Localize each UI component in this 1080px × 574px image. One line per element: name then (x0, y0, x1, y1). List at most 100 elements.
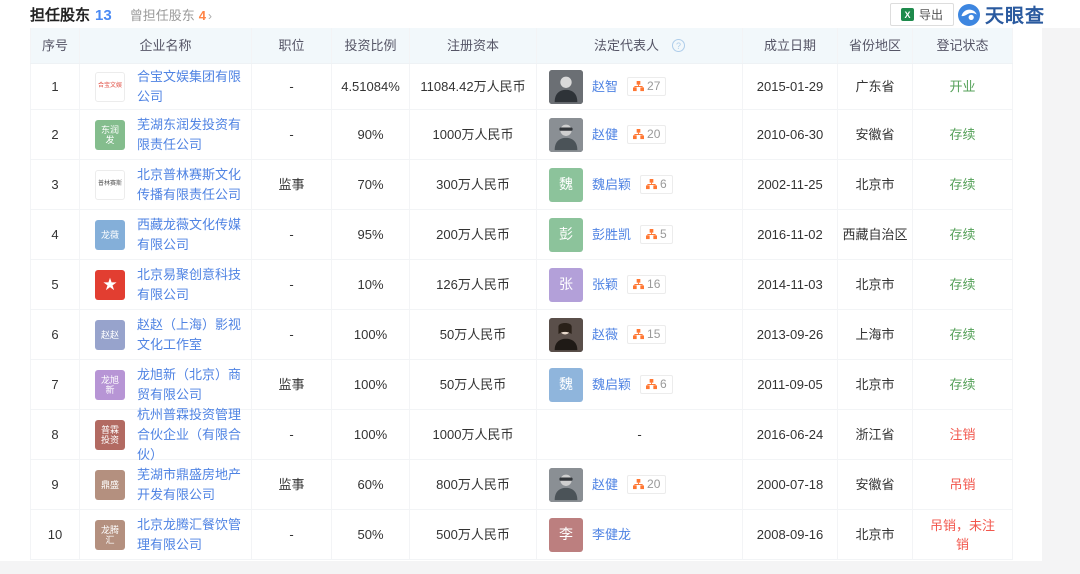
legal-rep-link[interactable]: 彭胜凯 (592, 225, 631, 244)
brand-name: 天眼查 (985, 1, 1045, 28)
org-chart-icon (633, 81, 644, 92)
page-background-bottom (0, 561, 1042, 574)
badge-count: 6 (660, 375, 667, 394)
tianyancha-logo[interactable]: 天眼查 (958, 1, 1045, 28)
col-company: 企业名称 (80, 28, 252, 63)
table-row: 6 赵赵赵赵（上海）影视文化工作室 - 100% 50万人民币 赵薇15 201… (30, 310, 1013, 360)
capital-cell: 126万人民币 (410, 260, 537, 309)
company-link[interactable]: 合宝文娱集团有限公司 (137, 67, 251, 107)
company-link[interactable]: 北京普林赛斯文化传播有限责任公司 (137, 165, 251, 205)
tab-current-count: 13 (95, 7, 112, 24)
company-link[interactable]: 龙旭新（北京）商贸有限公司 (137, 365, 251, 405)
date-cell: 2016-11-02 (743, 210, 838, 259)
related-companies-badge[interactable]: 20 (627, 475, 666, 494)
row-index: 10 (30, 510, 80, 559)
company-logo: 普林赛斯 (95, 170, 125, 200)
ratio-cell: 70% (332, 160, 410, 209)
company-link[interactable]: 北京龙腾汇餐饮管理有限公司 (137, 515, 251, 555)
company-link[interactable]: 赵赵（上海）影视文化工作室 (137, 315, 251, 355)
company-link[interactable]: 芜湖市鼎盛房地产开发有限公司 (137, 465, 251, 505)
related-companies-badge[interactable]: 6 (640, 375, 673, 394)
legal-rep-avatar[interactable] (549, 318, 583, 352)
avatar-initial: 张 (559, 275, 573, 294)
region-cell: 西藏自治区 (838, 210, 913, 259)
company-link[interactable]: 西藏龙薇文化传媒有限公司 (137, 215, 251, 255)
legal-rep-avatar[interactable]: 魏 (549, 368, 583, 402)
row-index: 1 (30, 64, 80, 109)
legal-rep-link[interactable]: 魏启颖 (592, 175, 631, 194)
table-row: 4 龙薇西藏龙薇文化传媒有限公司 - 95% 200万人民币 彭彭胜凯5 201… (30, 210, 1013, 260)
status-text: 注销 (913, 410, 1013, 459)
legal-rep-avatar[interactable] (549, 118, 583, 152)
related-companies-badge[interactable]: 15 (627, 325, 666, 344)
legal-rep-link[interactable]: 张颖 (592, 275, 618, 294)
chevron-right-icon: › (208, 9, 212, 23)
status-text: 开业 (913, 64, 1013, 109)
page: 担任股东13 曾担任股东4› X 导出 天眼查 序号 企业名称 职位 投资比例 … (0, 0, 1080, 574)
legal-rep-avatar[interactable] (549, 70, 583, 104)
col-index: 序号 (30, 28, 80, 63)
help-icon[interactable]: ? (672, 39, 685, 52)
row-index: 8 (30, 410, 80, 459)
legal-rep-avatar[interactable] (549, 468, 583, 502)
capital-cell: 50万人民币 (410, 360, 537, 409)
export-button[interactable]: X 导出 (890, 3, 954, 26)
company-logo: 龙薇 (95, 220, 125, 250)
position-cell: - (252, 410, 332, 459)
company-logo: 合宝文娱 (95, 72, 125, 102)
date-cell: 2011-09-05 (743, 360, 838, 409)
excel-icon: X (901, 8, 914, 21)
row-index: 2 (30, 110, 80, 159)
related-companies-badge[interactable]: 20 (627, 125, 666, 144)
company-link[interactable]: 北京易聚创意科技有限公司 (137, 265, 251, 305)
row-index: 5 (30, 260, 80, 309)
legal-rep-link[interactable]: 魏启颖 (592, 375, 631, 394)
related-companies-badge[interactable]: 6 (640, 175, 673, 194)
legal-rep-avatar[interactable]: 张 (549, 268, 583, 302)
related-companies-badge[interactable]: 27 (627, 77, 666, 96)
region-cell: 北京市 (838, 260, 913, 309)
badge-count: 6 (660, 175, 667, 194)
company-link[interactable]: 杭州普霖投资管理合伙企业（有限合伙） (137, 405, 251, 465)
row-index: 7 (30, 360, 80, 409)
region-cell: 浙江省 (838, 410, 913, 459)
date-cell: 2014-11-03 (743, 260, 838, 309)
ratio-cell: 60% (332, 460, 410, 509)
legal-rep-avatar[interactable]: 李 (549, 518, 583, 552)
legal-rep-link[interactable]: 赵健 (592, 475, 618, 494)
tab-former-shareholder[interactable]: 曾担任股东4› (130, 5, 212, 24)
position-cell: - (252, 310, 332, 359)
ratio-cell: 4.51084% (332, 64, 410, 109)
legal-rep-avatar[interactable]: 魏 (549, 168, 583, 202)
export-label: 导出 (919, 6, 943, 23)
region-cell: 广东省 (838, 64, 913, 109)
capital-cell: 1000万人民币 (410, 110, 537, 159)
col-date: 成立日期 (743, 28, 838, 63)
tab-current-shareholder[interactable]: 担任股东13 (30, 4, 112, 25)
company-link[interactable]: 芜湖东润发投资有限责任公司 (137, 115, 251, 155)
capital-cell: 11084.42万人民币 (410, 64, 537, 109)
table-row: 3 普林赛斯北京普林赛斯文化传播有限责任公司 监事 70% 300万人民币 魏魏… (30, 160, 1013, 210)
company-logo: 龙旭新 (95, 370, 125, 400)
ratio-cell: 10% (332, 260, 410, 309)
position-cell: - (252, 260, 332, 309)
legal-rep-link[interactable]: 李健龙 (592, 525, 631, 544)
company-logo: ★ (95, 270, 125, 300)
legal-rep-link[interactable]: 赵智 (592, 77, 618, 96)
status-text: 存续 (913, 160, 1013, 209)
ratio-cell: 100% (332, 360, 410, 409)
position-cell: - (252, 510, 332, 559)
related-companies-badge[interactable]: 5 (640, 225, 673, 244)
legal-rep-link[interactable]: 赵薇 (592, 325, 618, 344)
ratio-cell: 90% (332, 110, 410, 159)
related-companies-badge[interactable]: 16 (627, 275, 666, 294)
company-logo: 鼎盛 (95, 470, 125, 500)
col-region: 省份地区 (838, 28, 913, 63)
badge-count: 20 (647, 125, 660, 144)
org-chart-icon (646, 179, 657, 190)
legal-rep-avatar[interactable]: 彭 (549, 218, 583, 252)
position-cell: 监事 (252, 360, 332, 409)
legal-rep-link[interactable]: 赵健 (592, 125, 618, 144)
table-header-row: 序号 企业名称 职位 投资比例 注册资本 法定代表人? 成立日期 省份地区 登记… (30, 28, 1013, 64)
org-chart-icon (633, 329, 644, 340)
